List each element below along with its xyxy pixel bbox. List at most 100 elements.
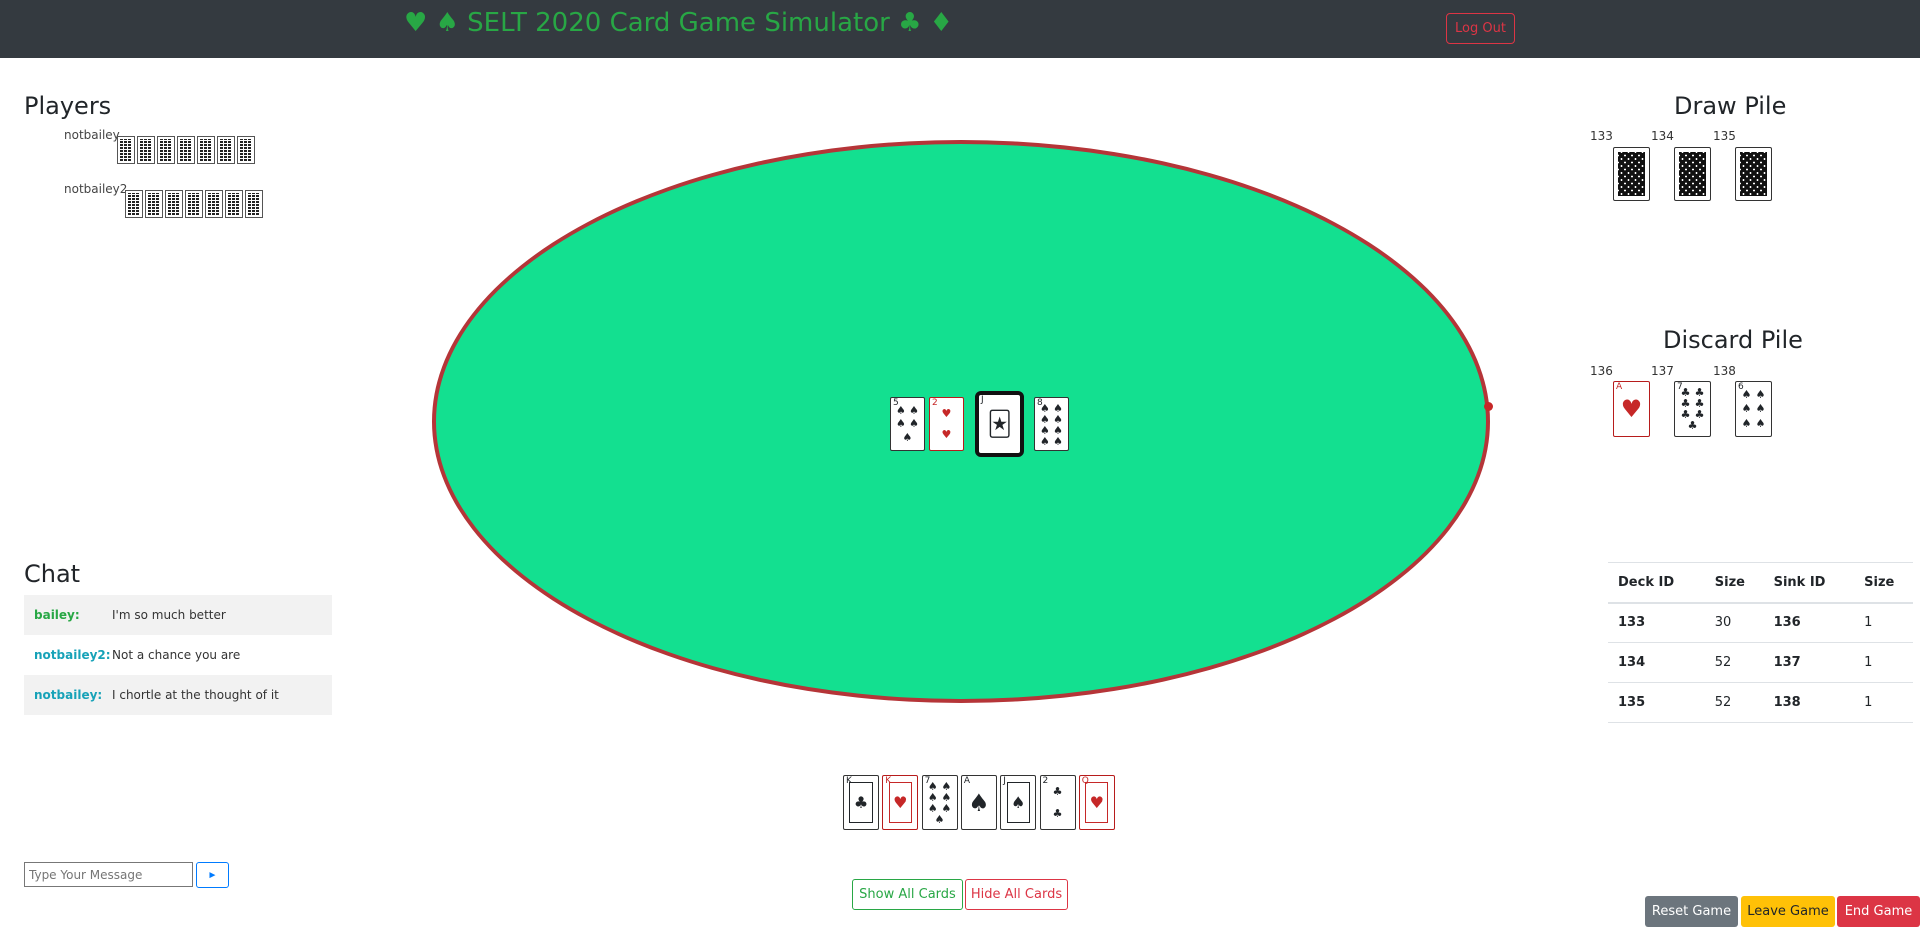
table-card[interactable]: J 🃏 xyxy=(975,391,1024,457)
col-sink-id: Sink ID xyxy=(1763,562,1855,604)
discard-pile-id: 138 xyxy=(1713,364,1736,378)
cell-sink-id: 136 xyxy=(1763,602,1855,643)
chat-text: I chortle at the thought of it xyxy=(112,688,279,702)
hand-card[interactable]: 2 ♣ ♣ xyxy=(1039,775,1076,830)
card-rank: A xyxy=(963,776,971,786)
player-card-back xyxy=(165,190,183,218)
cell-deck-id: 133 xyxy=(1608,602,1705,643)
card-pips: ♠ ♠ ♠ ♠ ♠ xyxy=(895,403,920,445)
end-game-button[interactable]: End Game xyxy=(1837,896,1920,927)
card-rank: J xyxy=(1003,776,1006,786)
show-all-cards-button[interactable]: Show All Cards xyxy=(852,879,963,910)
table-card[interactable]: 8 ♠ ♠ ♠ ♠ ♠ ♠ ♠ ♠ xyxy=(1034,397,1069,451)
draw-pile-id: 135 xyxy=(1713,129,1736,143)
card-pips: ♠ ♠ ♠ ♠ ♠ ♠ xyxy=(1741,388,1766,430)
player-card-back xyxy=(125,190,143,218)
hand-card[interactable]: K ♣ xyxy=(843,775,879,830)
joker-icon: 🃏 xyxy=(987,410,1012,438)
cell-deck-id: 134 xyxy=(1608,642,1705,683)
col-size: Size xyxy=(1704,562,1764,604)
card-rank: 8 xyxy=(1037,398,1043,408)
suit-icon: ♠ xyxy=(968,788,990,817)
card-rank: J xyxy=(981,395,984,405)
leave-game-button[interactable]: Leave Game xyxy=(1741,896,1835,927)
face-card-portrait: ♥ xyxy=(888,782,912,823)
table-card[interactable]: 2 ♥ ♥ xyxy=(929,397,964,451)
hand-card[interactable]: Q ♥ xyxy=(1078,775,1115,830)
chat-message: notbailey2: Not a chance you are xyxy=(24,635,332,675)
chat-user: bailey: xyxy=(34,608,80,622)
discard-pile-id: 136 xyxy=(1590,364,1613,378)
draw-pile-card[interactable] xyxy=(1613,147,1650,201)
cell-size: 52 xyxy=(1704,682,1764,723)
cell-sink-size: 1 xyxy=(1854,602,1913,643)
players-heading: Players xyxy=(24,92,112,120)
face-card-portrait: ♣ xyxy=(849,782,873,823)
chat-user: notbailey: xyxy=(34,688,103,702)
suit-icon: ♥ xyxy=(1620,395,1643,423)
card-rank: 5 xyxy=(893,398,899,408)
card-rank: 7 xyxy=(1677,382,1683,392)
player-card-back xyxy=(185,190,203,218)
face-card-portrait: ♠ xyxy=(1006,782,1030,823)
card-pips: ♠ ♠ ♠ ♠ ♠ ♠ ♠ ♠ xyxy=(1039,402,1064,449)
cell-sink-size: 1 xyxy=(1854,642,1913,683)
face-card-portrait: ♥ xyxy=(1085,782,1109,823)
draw-pile-id: 134 xyxy=(1651,129,1674,143)
discard-pile-card[interactable]: 7 ♣ ♣ ♣ ♣ ♣ ♣ ♣ xyxy=(1674,381,1711,437)
player-card-back xyxy=(217,136,235,164)
chat-message: notbailey: I chortle at the thought of i… xyxy=(24,675,332,715)
player-card-back xyxy=(137,136,155,164)
chat-input[interactable] xyxy=(24,862,193,887)
hand-card[interactable]: J ♠ xyxy=(1000,775,1037,830)
player-hand-notbailey2 xyxy=(125,190,263,218)
card-rank: K xyxy=(846,776,852,786)
col-sink-size: Size xyxy=(1854,562,1913,604)
discard-pile-card[interactable]: 6 ♠ ♠ ♠ ♠ ♠ ♠ xyxy=(1735,381,1772,437)
table-row: 134 52 137 1 xyxy=(1608,642,1913,683)
cell-sink-id: 138 xyxy=(1763,682,1855,723)
player-name: notbailey xyxy=(64,128,120,142)
cell-size: 30 xyxy=(1704,602,1764,643)
top-navbar: ♥ ♠ SELT 2020 Card Game Simulator ♣ ♦ Lo… xyxy=(0,0,1920,58)
player-card-back xyxy=(177,136,195,164)
reset-game-button[interactable]: Reset Game xyxy=(1645,896,1738,927)
table-row: 133 30 136 1 xyxy=(1608,602,1913,643)
player-card-back xyxy=(157,136,175,164)
chat-user: notbailey2: xyxy=(34,648,111,662)
table-row: 135 52 138 1 xyxy=(1608,682,1913,723)
cell-sink-id: 137 xyxy=(1763,642,1855,683)
chat-messages: bailey: I'm so much better notbailey2: N… xyxy=(24,595,332,715)
send-button[interactable]: ► xyxy=(196,862,229,888)
card-rank: 6 xyxy=(1738,382,1744,392)
card-pips: ♣ ♣ ♣ ♣ ♣ ♣ ♣ xyxy=(1680,386,1705,433)
table-card[interactable]: 5 ♠ ♠ ♠ ♠ ♠ xyxy=(890,397,925,451)
table-resize-handle[interactable] xyxy=(1484,402,1493,411)
card-rank: A xyxy=(1616,382,1623,392)
hide-all-cards-button[interactable]: Hide All Cards xyxy=(965,879,1068,910)
card-rank: K xyxy=(885,776,892,786)
player-card-back xyxy=(225,190,243,218)
card-rank: 2 xyxy=(1042,776,1049,786)
discard-pile-heading: Discard Pile xyxy=(1663,326,1803,354)
player-hand-notbailey xyxy=(117,136,255,164)
draw-pile-card[interactable] xyxy=(1735,147,1772,201)
card-rank: 2 xyxy=(932,398,938,408)
player-card-back xyxy=(237,136,255,164)
hand-card[interactable]: K ♥ xyxy=(882,775,919,830)
cell-deck-id: 135 xyxy=(1608,682,1705,723)
logout-button[interactable]: Log Out xyxy=(1446,13,1515,44)
chat-text: I'm so much better xyxy=(112,608,226,622)
player-card-back xyxy=(145,190,163,218)
hand-card[interactable]: A ♠ xyxy=(960,775,997,830)
draw-pile-id: 133 xyxy=(1590,129,1613,143)
deck-table-header: Deck ID Size Sink ID Size xyxy=(1608,562,1913,604)
cell-sink-size: 1 xyxy=(1854,682,1913,723)
chat-message: bailey: I'm so much better xyxy=(24,595,332,635)
col-deck-id: Deck ID xyxy=(1608,562,1705,604)
hand-card[interactable]: 7 ♠ ♠ ♠ ♠ ♠ ♠ ♠ xyxy=(921,775,958,830)
draw-pile-card[interactable] xyxy=(1674,147,1711,201)
app-title: ♥ ♠ SELT 2020 Card Game Simulator ♣ ♦ xyxy=(404,8,953,38)
discard-pile-card[interactable]: A ♥ xyxy=(1613,381,1650,437)
chat-heading: Chat xyxy=(24,560,81,588)
